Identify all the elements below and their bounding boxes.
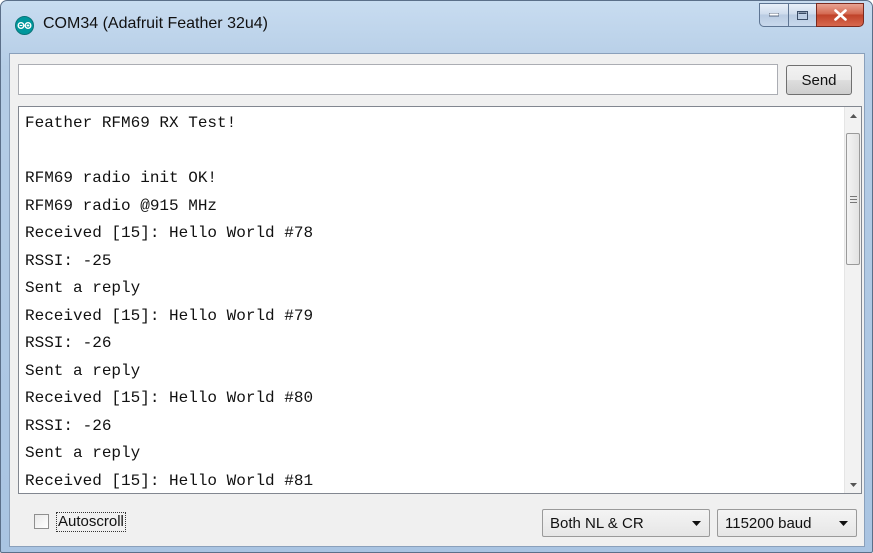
output-line: RSSI: -26 (25, 334, 112, 352)
arrow-up-icon (849, 113, 857, 118)
maximize-icon (797, 10, 808, 20)
baud-rate-select[interactable]: 115200 baud (717, 509, 857, 537)
output-line: Received [15]: Hello World #81 (25, 471, 314, 490)
grip-line (850, 202, 857, 203)
output-line: RFM69 radio @915 MHz (25, 196, 218, 215)
close-icon (833, 9, 847, 21)
minimize-button[interactable] (759, 3, 788, 27)
arduino-icon (15, 16, 34, 35)
maximize-button[interactable] (788, 3, 816, 27)
send-button[interactable]: Send (786, 65, 852, 95)
arrow-down-icon (849, 482, 857, 487)
dropdown-arrow-icon (692, 521, 701, 526)
output-line: RSSI: -25 (25, 251, 112, 270)
output-line: Sent a reply (25, 279, 141, 297)
output-line: Sent a reply (25, 361, 141, 380)
output-line: RSSI: -26 (25, 416, 112, 435)
grip-line (850, 199, 857, 200)
autoscroll-label[interactable]: Autoscroll (56, 512, 126, 532)
close-button[interactable] (816, 3, 864, 27)
output-line: Received [15]: Hello World #80 (25, 389, 314, 407)
serial-output[interactable]: Feather RFM69 RX Test! RFM69 radio init O… (18, 106, 862, 494)
scroll-down-arrow[interactable] (845, 476, 861, 493)
autoscroll-checkbox[interactable] (34, 514, 49, 529)
line-ending-select[interactable]: Both NL & CR (542, 509, 710, 537)
scroll-thumb[interactable] (846, 133, 860, 265)
scroll-up-arrow[interactable] (845, 107, 861, 124)
vertical-scrollbar[interactable] (844, 107, 861, 493)
output-line: Sent a reply (25, 444, 141, 462)
status-bar: Autoscroll Both NL & CR 115200 baud (10, 500, 864, 546)
grip-line (850, 196, 857, 197)
output-line: RFM69 radio init OK! (25, 169, 218, 187)
serial-monitor-window: COM34 (Adafruit Feather 32u4) Send Feath… (0, 0, 873, 553)
output-lines: Feather RFM69 RX Test! RFM69 radio init O… (25, 109, 845, 494)
title-bar[interactable]: COM34 (Adafruit Feather 32u4) (1, 1, 872, 53)
output-line: Feather RFM69 RX Test! (25, 114, 237, 132)
output-line: Received [15]: Hello World #78 (25, 224, 314, 242)
line-ending-value: Both NL & CR (550, 514, 644, 532)
dropdown-arrow-icon (839, 521, 848, 526)
output-line: Received [15]: Hello World #79 (25, 306, 314, 325)
window-controls (759, 3, 864, 27)
window-title: COM34 (Adafruit Feather 32u4) (43, 15, 268, 32)
serial-input[interactable] (18, 64, 778, 95)
minimize-icon (769, 13, 779, 17)
monitor-client-area: Send Feather RFM69 RX Test! RFM69 radio i… (9, 53, 865, 547)
baud-rate-value: 115200 baud (725, 514, 812, 532)
